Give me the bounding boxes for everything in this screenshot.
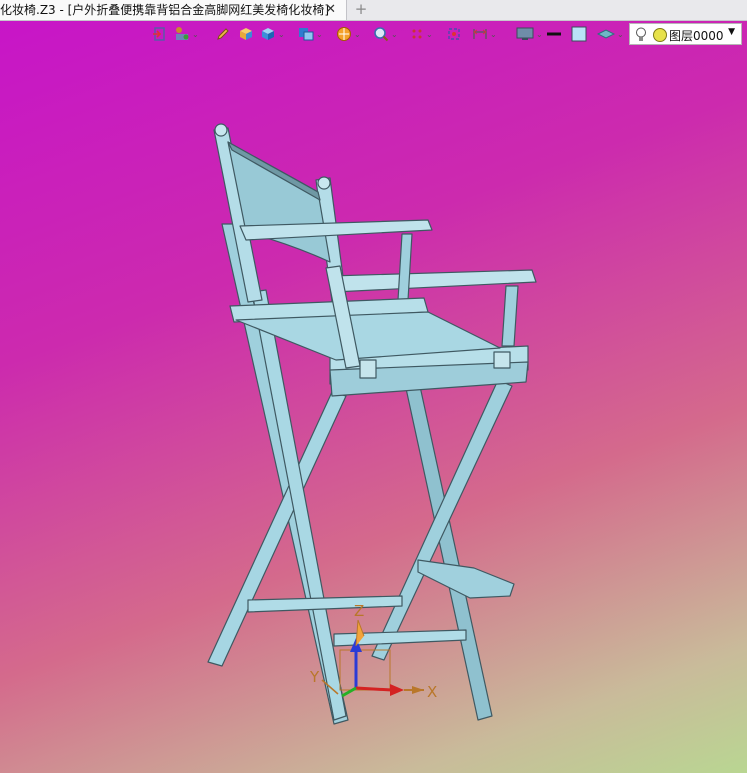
viewport-canvas[interactable]: Z X Y [0,0,747,773]
axis-label-y: Y [309,668,320,686]
chair-model[interactable] [207,123,537,725]
axis-label-z: Z [354,602,364,620]
axis-label-x: X [427,683,437,701]
